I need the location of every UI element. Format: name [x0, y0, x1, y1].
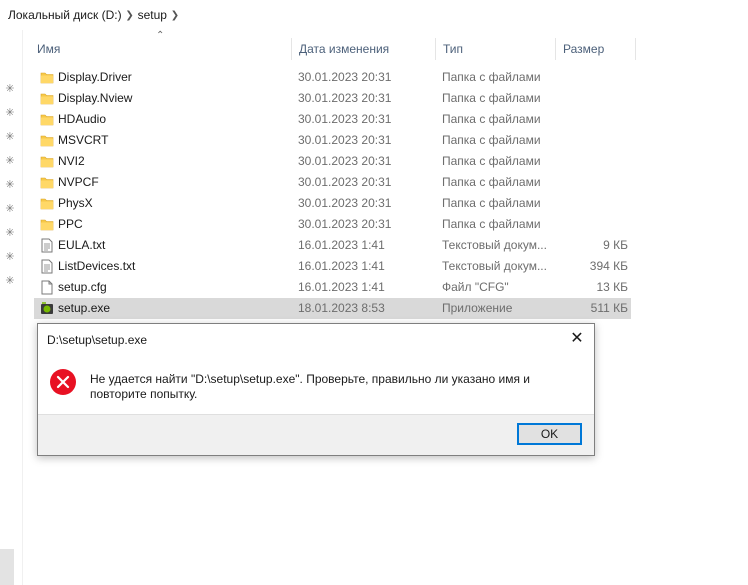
pin-icon: ✳	[5, 131, 15, 143]
file-size: 9 КБ	[603, 238, 628, 252]
file-date: 30.01.2023 20:31	[298, 175, 392, 189]
column-header-date[interactable]: Дата изменения	[292, 38, 436, 60]
pin-icon: ✳	[5, 179, 15, 191]
close-icon[interactable]: ✕	[568, 330, 586, 348]
file-name: NVI2	[58, 154, 85, 168]
file-type: Папка с файлами	[442, 91, 541, 105]
file-type: Папка с файлами	[442, 133, 541, 147]
pin-icon: ✳	[5, 275, 15, 287]
folder-icon	[40, 70, 54, 85]
folder-icon	[40, 196, 54, 211]
pin-icon: ✳	[5, 155, 15, 167]
breadcrumb-item-drive[interactable]: Локальный диск (D:)	[8, 8, 122, 22]
file-type: Текстовый докум...	[442, 238, 547, 252]
file-date: 16.01.2023 1:41	[298, 280, 385, 294]
file-icon	[40, 280, 54, 295]
nav-scroll-area[interactable]	[0, 549, 14, 585]
file-name: ListDevices.txt	[58, 259, 136, 273]
folder-icon	[40, 91, 54, 106]
file-row[interactable]: PPC 30.01.2023 20:31 Папка с файлами	[34, 214, 631, 235]
file-name: MSVCRT	[58, 133, 109, 147]
pin-icon: ✳	[5, 107, 15, 119]
file-row[interactable]: setup.exe 18.01.2023 8:53 Приложение 511 КБ	[34, 298, 631, 319]
file-name: NVPCF	[58, 175, 99, 189]
file-row[interactable]: HDAudio 30.01.2023 20:31 Папка с файлами	[34, 109, 631, 130]
breadcrumb-item-setup[interactable]: setup	[138, 8, 167, 22]
file-name: PPC	[58, 217, 83, 231]
app-icon	[40, 301, 54, 316]
file-row[interactable]: EULA.txt 16.01.2023 1:41 Текстовый докум..…	[34, 235, 631, 256]
file-type: Папка с файлами	[442, 112, 541, 126]
chevron-right-icon[interactable]: ❯	[167, 10, 183, 21]
pin-icon: ✳	[5, 203, 15, 215]
ok-button[interactable]: OK	[517, 423, 582, 445]
folder-icon	[40, 154, 54, 169]
chevron-right-icon[interactable]: ❯	[122, 10, 138, 21]
file-name: PhysX	[58, 196, 93, 210]
pin-icon: ✳	[5, 251, 15, 263]
file-date: 30.01.2023 20:31	[298, 196, 392, 210]
file-name: setup.cfg	[58, 280, 107, 294]
pin-icon: ✳	[5, 83, 15, 95]
file-size: 13 КБ	[596, 280, 628, 294]
file-date: 30.01.2023 20:31	[298, 70, 392, 84]
dialog-footer: OK	[38, 414, 594, 455]
folder-icon	[40, 112, 54, 127]
file-size: 511 КБ	[590, 301, 628, 315]
file-date: 30.01.2023 20:31	[298, 133, 392, 147]
file-type: Файл "CFG"	[442, 280, 509, 294]
file-date: 16.01.2023 1:41	[298, 238, 385, 252]
breadcrumb: Локальный диск (D:) ❯ setup ❯	[0, 0, 748, 30]
file-row[interactable]: setup.cfg 16.01.2023 1:41 Файл "CFG" 13 КБ	[34, 277, 631, 298]
file-type: Папка с файлами	[442, 154, 541, 168]
file-row[interactable]: NVI2 30.01.2023 20:31 Папка с файлами	[34, 151, 631, 172]
error-icon	[50, 369, 76, 395]
file-row[interactable]: MSVCRT 30.01.2023 20:31 Папка с файлами	[34, 130, 631, 151]
file-row[interactable]: ListDevices.txt 16.01.2023 1:41 Текстовый …	[34, 256, 631, 277]
file-type: Приложение	[442, 301, 513, 315]
file-date: 18.01.2023 8:53	[298, 301, 385, 315]
pin-icon: ✳	[5, 227, 15, 239]
folder-icon	[40, 175, 54, 190]
text-file-icon	[40, 259, 54, 274]
file-name: EULA.txt	[58, 238, 106, 252]
file-name: setup.exe	[58, 301, 111, 315]
error-dialog: D:\setup\setup.exe ✕ Не удается найти "D…	[37, 323, 595, 456]
file-name: HDAudio	[58, 112, 107, 126]
column-header-size[interactable]: Размер	[556, 38, 636, 60]
file-row[interactable]: Display.Nview 30.01.2023 20:31 Папка с фай…	[34, 88, 631, 109]
file-size: 394 КБ	[589, 259, 628, 273]
file-type: Папка с файлами	[442, 196, 541, 210]
dialog-title: D:\setup\setup.exe	[47, 333, 148, 347]
file-date: 30.01.2023 20:31	[298, 112, 392, 126]
dialog-message: Не удается найти "D:\setup\setup.exe". П…	[90, 372, 530, 401]
file-type: Папка с файлами	[442, 175, 541, 189]
file-row[interactable]: Display.Driver 30.01.2023 20:31 Папка с фа…	[34, 67, 631, 88]
column-header-name[interactable]: Имя	[30, 38, 292, 60]
file-date: 30.01.2023 20:31	[298, 154, 392, 168]
file-row[interactable]: PhysX 30.01.2023 20:31 Папка с файлами	[34, 193, 631, 214]
file-date: 16.01.2023 1:41	[298, 259, 385, 273]
column-header-type[interactable]: Тип	[436, 38, 556, 60]
text-file-icon	[40, 238, 54, 253]
folder-icon	[40, 217, 54, 232]
file-type: Папка с файлами	[442, 217, 541, 231]
file-type: Папка с файлами	[442, 70, 541, 84]
navigation-pane: ✳ ✳ ✳ ✳ ✳ ✳ ✳ ✳ ✳	[0, 30, 23, 585]
file-name: Display.Nview	[58, 91, 133, 105]
file-name: Display.Driver	[58, 70, 132, 84]
folder-icon	[40, 133, 54, 148]
file-type: Текстовый докум...	[442, 259, 547, 273]
file-date: 30.01.2023 20:31	[298, 217, 392, 231]
file-row[interactable]: NVPCF 30.01.2023 20:31 Папка с файлами	[34, 172, 631, 193]
file-date: 30.01.2023 20:31	[298, 91, 392, 105]
